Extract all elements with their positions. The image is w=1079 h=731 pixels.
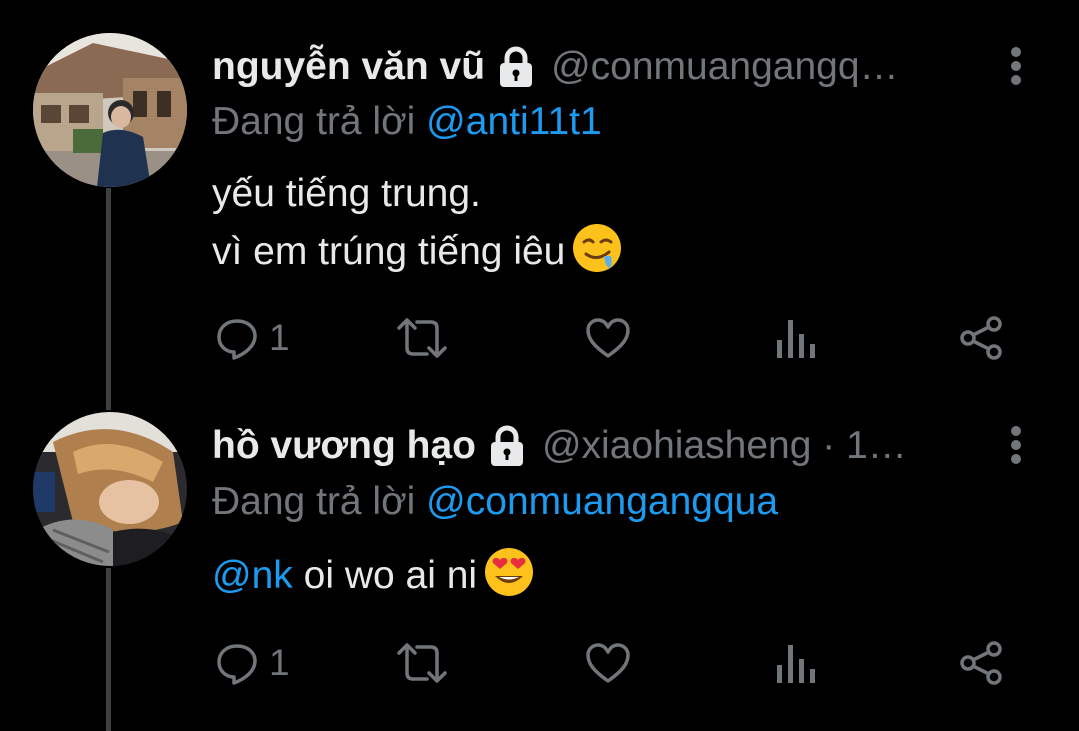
mention-link[interactable]: @nk <box>212 554 293 597</box>
reply-button[interactable]: 1 <box>215 313 290 363</box>
analytics-icon <box>777 645 815 683</box>
retweet-icon <box>397 643 447 683</box>
avatar[interactable] <box>33 412 187 566</box>
tweet-actions: 1 <box>212 313 1012 363</box>
tweet[interactable]: hồ vương hạo @xiaohiasheng · 1… Đang trả… <box>0 410 1079 731</box>
tweet-text-content: oi wo ai ni <box>303 554 478 597</box>
display-name[interactable]: hồ vương hạo <box>212 424 476 468</box>
tweet-text-line: vì em trúng tiếng iêu <box>212 230 566 273</box>
tweet-text-line-2: vì em trúng tiếng iêu <box>212 222 623 280</box>
reply-icon <box>217 644 257 685</box>
reply-count: 1 <box>269 317 290 358</box>
replying-to: Đang trả lời @anti11t1 <box>212 100 602 144</box>
like-button[interactable] <box>584 638 632 688</box>
tweet-actions: 1 <box>212 638 1012 688</box>
more-vertical-icon[interactable] <box>1003 46 1029 86</box>
heart-eyes-emoji <box>485 548 534 596</box>
user-handle[interactable]: @conmuangangq… <box>551 45 898 89</box>
share-button[interactable] <box>958 638 1004 688</box>
reply-icon <box>217 319 257 360</box>
reply-button[interactable]: 1 <box>215 638 290 688</box>
replying-to-label: Đang trả lời <box>212 100 416 143</box>
avatar[interactable] <box>33 33 187 187</box>
retweet-button[interactable] <box>395 313 449 363</box>
display-name[interactable]: nguyễn văn vũ <box>212 45 485 89</box>
retweet-icon <box>397 318 447 358</box>
drooling-face-emoji <box>573 224 622 272</box>
share-icon <box>960 316 1002 360</box>
lock-icon <box>500 46 533 87</box>
share-button[interactable] <box>958 313 1004 363</box>
lock-icon <box>490 425 523 466</box>
share-icon <box>960 641 1002 685</box>
replying-to: Đang trả lời @conmuangangqua <box>212 480 778 524</box>
reply-to-mention[interactable]: @anti11t1 <box>426 100 601 143</box>
user-handle[interactable]: @xiaohiasheng · 1… <box>542 424 907 468</box>
retweet-button[interactable] <box>395 638 449 688</box>
tweet-text: @nk oi wo ai ni <box>212 546 535 604</box>
more-vertical-icon[interactable] <box>1003 425 1029 465</box>
analytics-button[interactable] <box>774 313 816 363</box>
like-button[interactable] <box>584 313 632 363</box>
tweet-text-line: yếu tiếng trung. <box>212 172 481 215</box>
tweet[interactable]: nguyễn văn vũ @conmuangangq… Đang trả lờ… <box>0 0 1079 400</box>
analytics-icon <box>777 320 815 358</box>
heart-icon <box>586 318 630 358</box>
reply-count: 1 <box>269 642 290 683</box>
analytics-button[interactable] <box>774 638 816 688</box>
reply-to-mention[interactable]: @conmuangangqua <box>426 480 778 523</box>
replying-to-label: Đang trả lời <box>212 480 416 523</box>
tweet-text: yếu tiếng trung. vì em trúng tiếng iêu <box>212 166 623 280</box>
heart-icon <box>586 643 630 683</box>
